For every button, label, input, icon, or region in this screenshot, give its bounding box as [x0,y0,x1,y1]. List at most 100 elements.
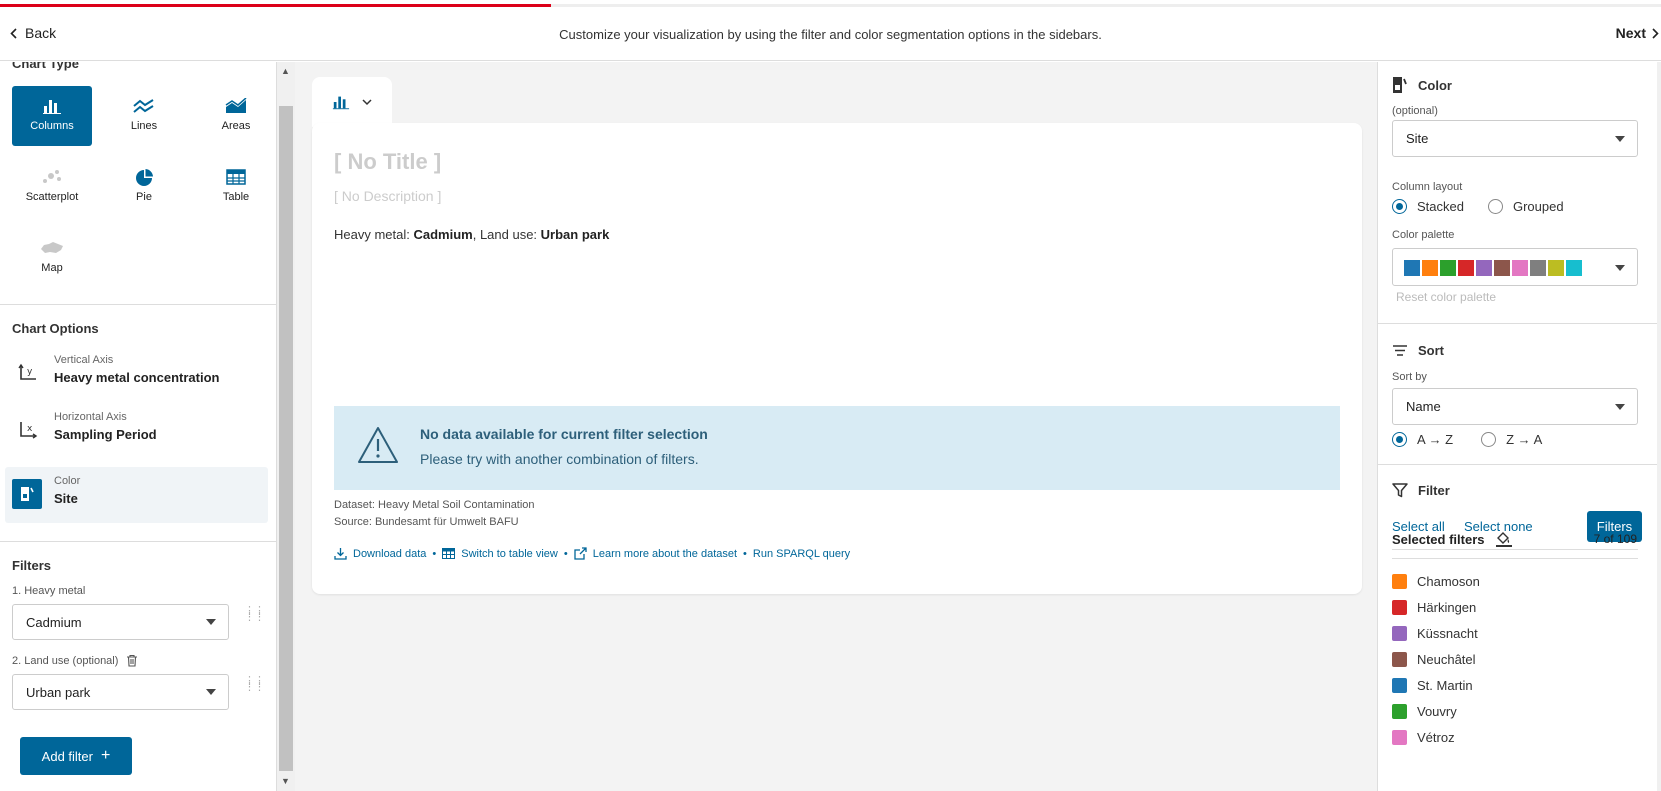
color-swatch[interactable] [1392,730,1407,745]
filter-label-text: 2. Land use (optional) [12,654,119,667]
option-sub-label: Horizontal Axis [54,411,127,423]
chart-type-columns[interactable]: Columns [12,86,92,146]
right-scrollbar[interactable] [1657,62,1661,791]
add-filter-button[interactable]: Add filter + [20,737,132,775]
chevron-right-icon [1652,28,1659,39]
drag-handle-icon[interactable]: ⋮⋮ ⋮⋮ [244,676,265,693]
option-sub-label: Vertical Axis [54,354,114,366]
sort-select[interactable]: Name [1392,388,1638,425]
summary-key: Heavy metal: [334,227,414,242]
left-scrollbar[interactable]: ▲ ▼ [277,62,295,791]
option-value: Heavy metal concentration [54,370,220,385]
chart-type-table[interactable]: Table [196,157,276,217]
radio-az[interactable] [1392,432,1407,447]
summary-value: Urban park [540,227,610,242]
chart-card: [ No Title ] [ No Description ] Heavy me… [312,123,1362,594]
drag-handle-icon[interactable]: ⋮⋮ ⋮⋮ [244,606,265,623]
option-vertical-axis[interactable]: y Vertical Axis Heavy metal concentratio… [5,346,268,402]
switch-table-view-link[interactable]: Switch to table view [461,548,558,560]
left-sidebar: Chart Type Columns Lines Areas Scatterpl… [0,62,277,791]
select-value: Site [1406,131,1429,146]
top-bar: Back Customize your visualization by usi… [0,7,1661,61]
radio-label: Stacked [1417,199,1464,214]
summary-key: , Land use: [472,227,541,242]
learn-more-link[interactable]: Learn more about the dataset [593,548,737,560]
color-select[interactable]: Site [1392,120,1638,157]
radio-label: Z → A [1506,432,1543,447]
color-swatch[interactable] [1392,600,1407,615]
filter-label-land-use: 2. Land use (optional) [12,654,138,667]
option-color[interactable]: Color Site [5,467,268,523]
caret-down-icon [1615,135,1625,142]
scroll-up-icon[interactable]: ▲ [281,66,290,76]
color-swatch[interactable] [1392,626,1407,641]
svg-text:x: x [27,424,33,434]
palette-swatch [1530,260,1546,276]
chart-title[interactable]: [ No Title ] [334,149,441,175]
svg-text:y: y [27,367,33,377]
footer-links: Download data • Switch to table view • L… [334,547,850,560]
radio-grouped[interactable] [1487,199,1503,214]
color-swatch[interactable] [1392,678,1407,693]
site-name: Härkingen [1417,600,1477,615]
color-palette-select[interactable] [1392,248,1638,286]
source-line: Source: Bundesamt für Umwelt BAFU [334,516,519,528]
no-data-alert: No data available for current filter sel… [334,406,1340,490]
site-name: Neuchâtel [1417,652,1476,667]
option-horizontal-axis[interactable]: x Horizontal Axis Sampling Period [5,403,268,459]
trash-icon[interactable] [126,654,138,667]
chart-type-pie[interactable]: Pie [104,157,184,217]
color-swatch[interactable] [1392,704,1407,719]
chart-type-label: Pie [136,191,152,203]
divider [0,304,276,305]
scrollbar-thumb[interactable] [279,106,293,771]
reset-palette-link[interactable]: Reset color palette [1396,290,1496,304]
selected-filters-header: Selected filters [1392,531,1513,547]
sparql-query-link[interactable]: Run SPARQL query [753,548,850,560]
chart-type-lines[interactable]: Lines [104,86,184,146]
chart-type-areas[interactable]: Areas [196,86,276,146]
land-use-select[interactable]: Urban park [12,674,229,710]
paint-bucket-icon[interactable] [1495,531,1513,547]
site-name: Küssnacht [1417,626,1478,641]
radio-za[interactable] [1481,432,1497,447]
list-item[interactable]: Neuchâtel [1392,652,1476,667]
scroll-down-icon[interactable]: ▼ [281,776,290,786]
radio-label: Grouped [1512,199,1564,214]
divider [1392,558,1638,559]
palette-swatch [1476,260,1492,276]
next-button[interactable]: Next [1616,25,1659,41]
chart-type-scatterplot[interactable]: Scatterplot [12,157,92,217]
download-data-link[interactable]: Download data [353,548,426,560]
heavy-metal-select[interactable]: Cadmium [12,604,229,640]
chart-description[interactable]: [ No Description ] [334,188,441,204]
pie-icon [104,157,184,186]
list-item[interactable]: St. Martin [1392,678,1473,693]
columns-icon [12,86,92,114]
right-sidebar: Color (optional) Site Column layout Stac… [1377,62,1657,791]
site-name: Vouvry [1417,704,1457,719]
color-swatch[interactable] [1392,652,1407,667]
list-item[interactable]: Härkingen [1392,600,1476,615]
chevron-down-icon [362,98,372,105]
funnel-icon [1392,483,1408,498]
palette-swatch [1566,260,1582,276]
separator: • [563,547,568,560]
list-item[interactable]: Küssnacht [1392,626,1478,641]
list-item[interactable]: Chamoson [1392,574,1480,589]
color-swatch[interactable] [1392,574,1407,589]
chart-type-label: Areas [221,120,251,132]
radio-stacked[interactable] [1392,199,1407,214]
site-name: St. Martin [1417,678,1473,693]
download-icon [334,548,347,560]
caret-down-icon [206,689,216,695]
list-item[interactable]: Vouvry [1392,704,1457,719]
chart-tab[interactable] [312,77,392,127]
next-label: Next [1615,25,1646,41]
list-item[interactable]: Vétroz [1392,730,1455,745]
filter-label-heavy-metal: 1. Heavy metal [12,585,85,597]
chart-type-label: Lines [130,120,158,132]
chart-type-map[interactable]: Map [12,228,92,288]
y-axis-icon: y [17,362,39,384]
separator: • [432,547,437,560]
